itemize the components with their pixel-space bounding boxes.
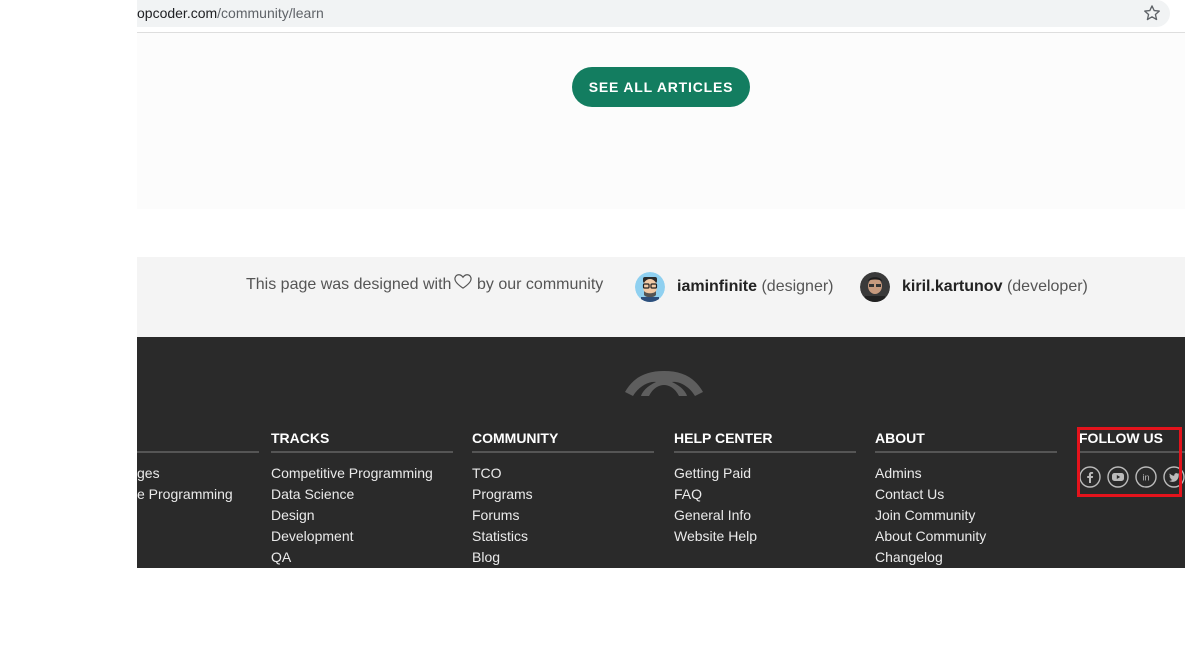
footer-column-about: ABOUT Admins Contact Us Join Community A… xyxy=(875,430,1057,568)
footer-column-community: COMMUNITY TCO Programs Forums Statistics… xyxy=(472,430,654,568)
footer-link[interactable]: Forums xyxy=(472,505,654,526)
designer-name[interactable]: iaminfinite xyxy=(677,278,757,295)
browser-viewport: opcoder.com/community/learn SEE ALL ARTI… xyxy=(137,0,1185,568)
designer-credit: iaminfinite (designer) xyxy=(677,278,834,296)
address-bar: opcoder.com/community/learn xyxy=(137,0,1185,33)
designer-avatar[interactable] xyxy=(635,272,665,302)
footer-link[interactable]: QA xyxy=(271,547,453,568)
footer-link[interactable]: Design xyxy=(271,505,453,526)
url-text[interactable]: opcoder.com/community/learn xyxy=(137,5,324,21)
heart-icon xyxy=(454,274,472,289)
footer-column-title: TRACKS xyxy=(271,430,453,453)
footer-link[interactable]: General Info xyxy=(674,505,856,526)
footer-link[interactable]: Programs xyxy=(472,484,654,505)
footer-link[interactable]: Admins xyxy=(875,463,1057,484)
footer-link[interactable]: About Community xyxy=(875,526,1057,547)
footer-link[interactable]: Join Community xyxy=(875,505,1057,526)
developer-avatar-image xyxy=(860,272,890,302)
developer-role: (developer) xyxy=(1006,278,1088,295)
see-all-articles-button[interactable]: SEE ALL ARTICLES xyxy=(572,67,750,107)
footer-column-title: HELP CENTER xyxy=(674,430,856,453)
credits-text-after: by our community xyxy=(477,276,604,293)
omnibox[interactable]: opcoder.com/community/learn xyxy=(137,0,1170,27)
footer-link[interactable]: Statistics xyxy=(472,526,654,547)
footer-link[interactable]: Competitive Programming xyxy=(271,463,453,484)
articles-section: SEE ALL ARTICLES xyxy=(137,33,1185,209)
footer-link[interactable]: Blog xyxy=(472,547,654,568)
developer-credit: kiril.kartunov (developer) xyxy=(902,278,1088,296)
designer-avatar-image xyxy=(635,272,665,302)
url-path: /community/learn xyxy=(217,5,324,21)
credits-band: This page was designed with by our commu… xyxy=(137,257,1185,337)
footer-column-partial: ges e Programming xyxy=(137,430,259,505)
section-gap xyxy=(137,209,1185,257)
footer-link[interactable]: Development xyxy=(271,526,453,547)
footer-column-title xyxy=(137,430,259,453)
footer-column-help-center: HELP CENTER Getting Paid FAQ General Inf… xyxy=(674,430,856,547)
footer-link[interactable]: FAQ xyxy=(674,484,856,505)
footer-column-tracks: TRACKS Competitive Programming Data Scie… xyxy=(271,430,453,568)
footer-link[interactable]: Contact Us xyxy=(875,484,1057,505)
site-footer: ges e Programming TRACKS Competitive Pro… xyxy=(137,337,1185,568)
footer-column-title: ABOUT xyxy=(875,430,1057,453)
topcoder-logo-icon[interactable] xyxy=(623,366,705,398)
footer-link[interactable]: ges xyxy=(137,463,259,484)
star-icon[interactable] xyxy=(1142,3,1162,23)
footer-link[interactable]: Data Science xyxy=(271,484,453,505)
footer-column-title: COMMUNITY xyxy=(472,430,654,453)
designer-role: (designer) xyxy=(761,278,834,295)
footer-link[interactable]: e Programming xyxy=(137,484,259,505)
footer-link[interactable]: Changelog xyxy=(875,547,1057,568)
developer-avatar[interactable] xyxy=(860,272,890,302)
footer-link[interactable]: Website Help xyxy=(674,526,856,547)
footer-link[interactable]: Getting Paid xyxy=(674,463,856,484)
follow-us-highlight-box xyxy=(1077,427,1182,497)
url-domain: opcoder.com xyxy=(137,5,218,21)
developer-name[interactable]: kiril.kartunov xyxy=(902,278,1002,295)
credits-text-before: This page was designed with xyxy=(246,276,452,293)
footer-link[interactable]: TCO xyxy=(472,463,654,484)
